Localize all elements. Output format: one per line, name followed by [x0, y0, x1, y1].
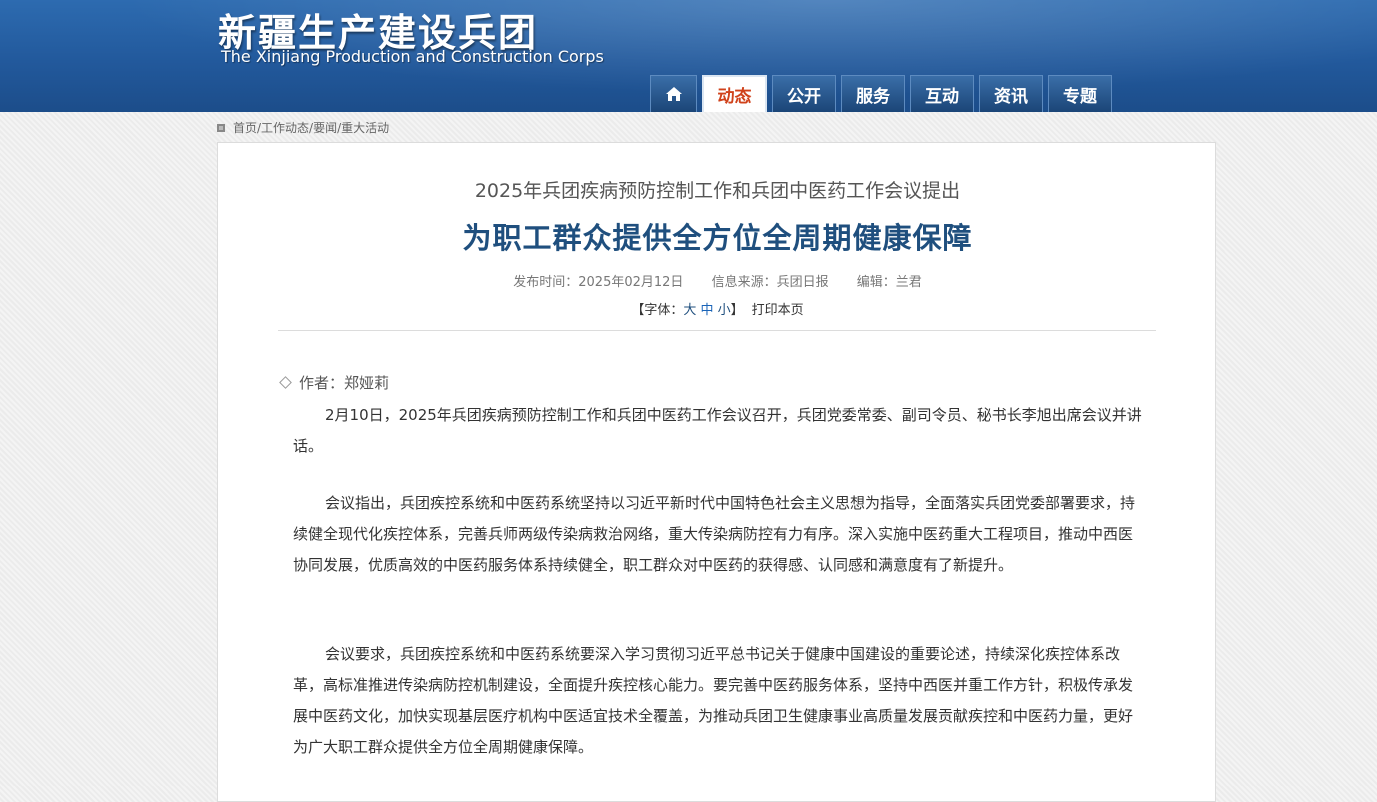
author-text: 作者：郑娅莉 — [299, 374, 390, 392]
article-subtitle: 2025年兵团疾病预防控制工作和兵团中医药工作会议提出 — [474, 180, 961, 202]
nav-tab-zhuanti[interactable]: 专题 — [1048, 75, 1112, 112]
font-size-medium-button[interactable]: 中 — [700, 303, 713, 318]
nav-tab-gongkai[interactable]: 公开 — [772, 75, 836, 112]
article-meta: 发布时间：2025年02月12日 信息来源：兵团日报 编辑：兰君 — [218, 271, 1217, 290]
breadcrumb: 首页/工作动态/要闻/重大活动 — [217, 119, 389, 136]
title-divider — [278, 330, 1156, 331]
square-bullet-icon — [217, 123, 225, 132]
article-paragraph-1: 2月10日，2025年兵团疾病预防控制工作和兵团中医药工作会议召开，兵团党委常委… — [293, 406, 1142, 455]
article-author: 作者：郑娅莉 — [279, 372, 390, 393]
nav-home-tab[interactable] — [650, 75, 697, 112]
font-size-large-button[interactable]: 大 — [683, 303, 696, 318]
print-page-link[interactable]: 打印本页 — [752, 303, 804, 318]
font-size-prefix: 【字体： — [631, 303, 684, 318]
main-nav: 动态 公开 服务 互动 资讯 专题 — [650, 75, 1117, 112]
article-paragraph-3: 会议要求，兵团疾控系统和中医药系统要深入学习贯彻习近平总书记关于健康中国建设的重… — [293, 645, 1134, 756]
nav-tab-hudong[interactable]: 互动 — [910, 75, 974, 112]
site-logo-subtitle: The Xinjiang Production and Construction… — [221, 47, 604, 66]
font-size-small-button[interactable]: 小 — [718, 303, 731, 318]
font-size-suffix: 】 — [730, 303, 744, 318]
diamond-bullet-icon — [279, 376, 292, 389]
info-source: 信息来源：兵团日报 — [711, 275, 829, 290]
article-tools: 【字体：大 中 小】 打印本页 — [218, 299, 1217, 318]
nav-tab-fuwu[interactable]: 服务 — [841, 75, 905, 112]
editor: 编辑：兰君 — [856, 275, 922, 290]
article-panel: 2025年兵团疾病预防控制工作和兵团中医药工作会议提出 为职工群众提供全方位全周… — [217, 142, 1216, 802]
nav-tab-zixun[interactable]: 资讯 — [979, 75, 1043, 112]
home-icon — [665, 87, 682, 101]
nav-tab-dongtai[interactable]: 动态 — [702, 75, 767, 112]
site-header: 新疆生产建设兵团 The Xinjiang Production and Con… — [0, 0, 1377, 112]
article-title: 为职工群众提供全方位全周期健康保障 — [462, 221, 973, 255]
breadcrumb-path[interactable]: 首页/工作动态/要闻/重大活动 — [233, 119, 389, 136]
publish-date: 发布时间：2025年02月12日 — [513, 275, 684, 290]
article-paragraph-2: 会议指出，兵团疾控系统和中医药系统坚持以习近平新时代中国特色社会主义思想为指导，… — [293, 494, 1136, 574]
